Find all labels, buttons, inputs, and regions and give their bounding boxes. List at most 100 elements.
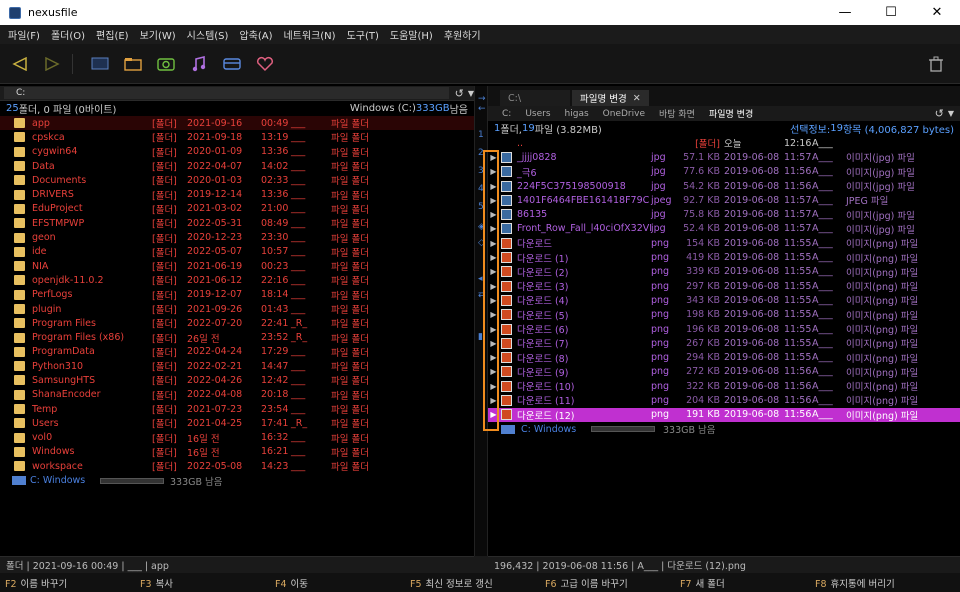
table-row[interactable]: ProgramData [폴더] 2022-04-24 17:29 ___ 파일…	[0, 345, 474, 359]
crumb-current[interactable]: 파일명 변경	[709, 107, 753, 120]
table-row[interactable]: Program Files (x86) [폴더] 26일 전 23:52 _R_…	[0, 330, 474, 345]
table-row[interactable]: plugin [폴더] 2021-09-26 01:43 ___ 파일 폴더	[0, 302, 474, 316]
menu-view[interactable]: 보기(W)	[140, 27, 176, 42]
file-name: Temp	[32, 403, 58, 415]
f7-new-folder-button[interactable]: F7 새 폴더	[675, 576, 810, 590]
crumb-desktop[interactable]: 바탕 화면	[659, 107, 695, 120]
table-row[interactable]: ▶ 86135 jpg 75.8 KB 2019-06-08 11:57 A__…	[488, 207, 960, 222]
table-row[interactable]: cygwin64 [폴더] 2020-01-09 13:36 ___ 파일 폴더	[0, 145, 474, 159]
file-desc: 파일 폴더	[331, 333, 369, 345]
table-row[interactable]: PerfLogs [폴더] 2019-12-07 18:14 ___ 파일 폴더	[0, 288, 474, 302]
menu-help[interactable]: 도움말(H)	[390, 27, 433, 42]
minimize-button[interactable]: —	[822, 0, 868, 25]
table-row[interactable]: NIA [폴더] 2021-06-19 00:23 ___ 파일 폴더	[0, 259, 474, 273]
tab-number-1[interactable]: 1	[478, 130, 484, 140]
refresh-icon[interactable]: ↺	[455, 87, 464, 100]
menu-network[interactable]: 네트워크(N)	[283, 27, 335, 42]
table-row[interactable]: ▶ 다운로드 (1) png 419 KB 2019-06-08 11:55 A…	[488, 250, 960, 265]
table-row[interactable]: Documents [폴더] 2020-01-03 02:33 ___ 파일 폴…	[0, 173, 474, 187]
left-file-list: app [폴더] 2021-09-16 00:49 ___ 파일 폴더 cpsk…	[0, 116, 474, 473]
menu-edit[interactable]: 편집(E)	[96, 27, 129, 42]
crumb-users[interactable]: Users	[525, 109, 550, 119]
table-row[interactable]: ▶ _극6 jpg 77.6 KB 2019-06-08 11:56 A___ …	[488, 165, 960, 179]
chevron-down-icon[interactable]: ▼	[948, 109, 954, 118]
folder-icon[interactable]	[121, 53, 145, 75]
file-date: 2021-06-12	[187, 274, 243, 286]
monitor-icon[interactable]	[88, 53, 112, 75]
table-row[interactable]: ▶ 다운로드 png 154 KB 2019-06-08 11:55 A___ …	[488, 236, 960, 250]
table-row[interactable]: ▶ Front_Row_Fall_l40ciOfX32VI jpg 52.4 K…	[488, 222, 960, 236]
table-row[interactable]: workspace [폴더] 2022-05-08 14:23 ___ 파일 폴…	[0, 459, 474, 473]
refresh-icon[interactable]: ↺	[935, 107, 944, 120]
trash-icon[interactable]	[924, 53, 948, 75]
menu-file[interactable]: 파일(F)	[8, 27, 40, 42]
drive-row[interactable]: C: Windows 333GB 남음	[0, 473, 474, 488]
forward-arrow-icon[interactable]	[40, 53, 64, 75]
table-row[interactable]: ▶ 다운로드 (8) png 294 KB 2019-06-08 11:55 A…	[488, 350, 960, 365]
table-row[interactable]: ▶ 다운로드 (12) png 191 KB 2019-06-08 11:56 …	[488, 407, 960, 422]
table-row[interactable]: ▶ 다운로드 (6) png 196 KB 2019-06-08 11:55 A…	[488, 322, 960, 336]
file-date: 2019-06-08	[724, 209, 780, 221]
music-note-icon[interactable]	[187, 53, 211, 75]
tab-c-drive[interactable]: C:\	[500, 90, 570, 106]
camera-icon[interactable]	[154, 53, 178, 75]
heart-icon[interactable]	[253, 53, 277, 75]
crumb-higas[interactable]: higas	[565, 109, 589, 119]
table-row[interactable]: app [폴더] 2021-09-16 00:49 ___ 파일 폴더	[0, 116, 474, 131]
menu-system[interactable]: 시스템(S)	[187, 27, 229, 42]
table-row[interactable]: vol0 [폴더] 16일 전 16:32 ___ 파일 폴더	[0, 431, 474, 445]
table-row[interactable]: ide [폴더] 2022-05-07 10:57 ___ 파일 폴더	[0, 245, 474, 259]
table-row[interactable]: ▶ 다운로드 (3) png 297 KB 2019-06-08 11:55 A…	[488, 279, 960, 293]
table-row[interactable]: ▶ 다운로드 (11) png 204 KB 2019-06-08 11:56 …	[488, 393, 960, 407]
crumb-onedrive[interactable]: OneDrive	[603, 109, 645, 119]
table-row[interactable]: ▶ 다운로드 (9) png 272 KB 2019-06-08 11:56 A…	[488, 365, 960, 379]
crumb-c[interactable]: C:	[502, 109, 511, 119]
table-row[interactable]: EFSTMPWP [폴더] 2022-05-31 08:49 ___ 파일 폴더	[0, 216, 474, 230]
f4-move-button[interactable]: F4 이동	[270, 576, 405, 590]
table-row[interactable]: EduProject [폴더] 2021-03-02 21:00 ___ 파일 …	[0, 202, 474, 216]
table-row[interactable]: ▶ 224F5C375198500918 jpg 54.2 KB 2019-06…	[488, 179, 960, 193]
back-arrow-icon[interactable]	[8, 53, 32, 75]
table-row[interactable]: ▶ 다운로드 (4) png 343 KB 2019-06-08 11:55 A…	[488, 293, 960, 307]
table-row[interactable]: ▶ 다운로드 (7) png 267 KB 2019-06-08 11:55 A…	[488, 336, 960, 350]
menu-donate[interactable]: 후원하기	[444, 27, 481, 42]
left-arrow-small-icon[interactable]: ◂	[478, 274, 483, 284]
parent-dir-row[interactable]: .. [폴더] 오늘 12:16 A___	[488, 136, 960, 151]
table-row[interactable]: Python310 [폴더] 2022-02-21 14:47 ___ 파일 폴…	[0, 359, 474, 373]
table-row[interactable]: Windows [폴더] 16일 전 16:21 ___ 파일 폴더	[0, 445, 474, 459]
table-row[interactable]: openjdk-11.0.2 [폴더] 2021-06-12 22:16 ___…	[0, 273, 474, 287]
table-row[interactable]: ▶ 다운로드 (10) png 322 KB 2019-06-08 11:56 …	[488, 379, 960, 393]
maximize-button[interactable]: ☐	[868, 0, 914, 25]
table-row[interactable]: DRIVERS [폴더] 2019-12-14 13:36 ___ 파일 폴더	[0, 187, 474, 202]
table-row[interactable]: Temp [폴더] 2021-07-23 23:54 ___ 파일 폴더	[0, 402, 474, 416]
table-row[interactable]: geon [폴더] 2020-12-23 23:30 ___ 파일 폴더	[0, 230, 474, 245]
table-row[interactable]: Program Files [폴더] 2022-07-20 22:41 _R_ …	[0, 316, 474, 330]
close-button[interactable]: ✕	[914, 0, 960, 25]
arrow-left-icon[interactable]: ←	[478, 104, 486, 114]
table-row[interactable]: ▶ 다운로드 (5) png 198 KB 2019-06-08 11:55 A…	[488, 308, 960, 322]
table-row[interactable]: Data [폴더] 2022-04-07 14:02 ___ 파일 폴더	[0, 159, 474, 173]
close-icon[interactable]: ✕	[633, 93, 641, 104]
table-row[interactable]: ▶ 다운로드 (2) png 339 KB 2019-06-08 11:55 A…	[488, 265, 960, 279]
file-name: 다운로드 (2)	[517, 267, 569, 279]
f2-rename-button[interactable]: F2 이름 바꾸기	[0, 576, 135, 590]
drive-row[interactable]: C: Windows 333GB 남음	[488, 422, 960, 436]
menu-folder[interactable]: 폴더(O)	[51, 27, 85, 42]
tab-rename[interactable]: 파일명 변경 ✕	[572, 90, 649, 106]
card-icon[interactable]	[220, 53, 244, 75]
left-path-input[interactable]: C:	[4, 87, 449, 99]
arrow-right-icon[interactable]: →	[478, 94, 486, 104]
menu-compress[interactable]: 압축(A)	[239, 27, 272, 42]
file-attr: A___	[812, 294, 833, 306]
f6-advanced-rename-button[interactable]: F6 고급 이름 바꾸기	[540, 576, 675, 590]
table-row[interactable]: ShanaEncoder [폴더] 2022-04-08 20:18 ___ 파…	[0, 388, 474, 402]
f3-copy-button[interactable]: F3 복사	[135, 576, 270, 590]
table-row[interactable]: cpskca [폴더] 2021-09-18 13:19 ___ 파일 폴더	[0, 130, 474, 144]
table-row[interactable]: SamsungHTS [폴더] 2022-04-26 12:42 ___ 파일 …	[0, 373, 474, 387]
table-row[interactable]: ▶ 1401F6464FBE161418F79C jpeg 92.7 KB 20…	[488, 193, 960, 207]
f5-refresh-button[interactable]: F5 최신 정보로 갱신	[405, 576, 540, 590]
f8-trash-button[interactable]: F8 휴지통에 버리기	[810, 576, 945, 590]
table-row[interactable]: ▶ _jjjj0828 jpg 57.1 KB 2019-06-08 11:57…	[488, 150, 960, 164]
table-row[interactable]: Users [폴더] 2021-04-25 17:41 _R_ 파일 폴더	[0, 416, 474, 430]
menu-tools[interactable]: 도구(T)	[347, 27, 379, 42]
